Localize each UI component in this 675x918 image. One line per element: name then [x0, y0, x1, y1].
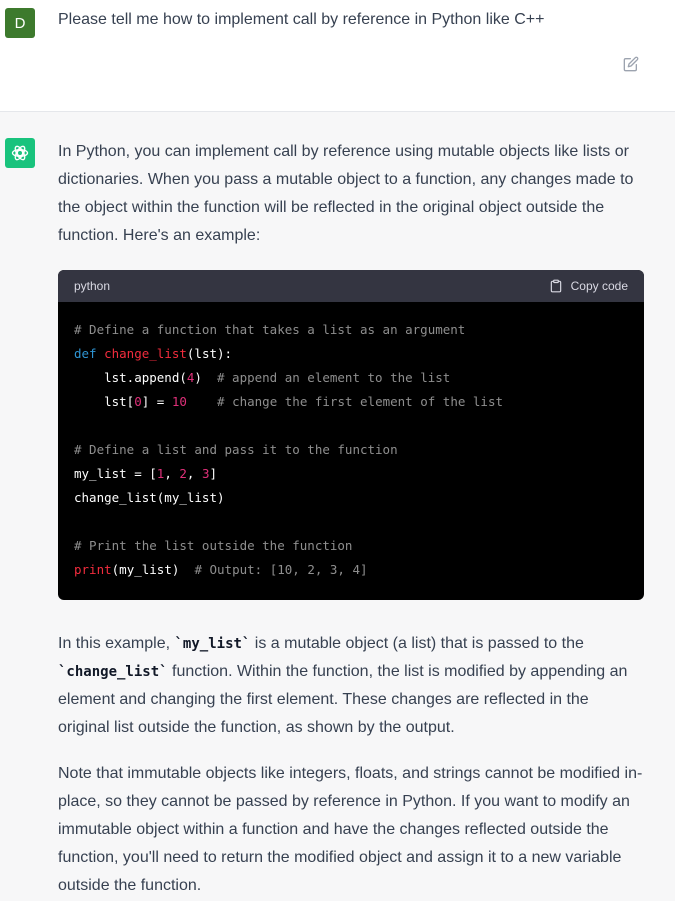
code-line: def change_list(lst): — [74, 346, 233, 361]
code-line: print(my_list) # Output: [10, 2, 3, 4] — [74, 562, 368, 577]
explanation-text-2: is a mutable object (a list) that is pas… — [250, 635, 584, 652]
code-line: lst[0] = 10 # change the first element o… — [74, 394, 504, 409]
code-line: # Define a function that takes a list as… — [74, 322, 466, 337]
intro-paragraph: In Python, you can implement call by ref… — [58, 143, 634, 244]
code-language-label: python — [74, 279, 111, 293]
code-header: python Copy code — [58, 270, 644, 302]
copy-code-label: Copy code — [570, 279, 628, 293]
inline-code-my-list: `my_list` — [174, 636, 251, 652]
code-line: change_list(my_list) — [74, 490, 225, 505]
user-message-row: D Please tell me how to implement call b… — [0, 0, 675, 112]
assistant-message-content: In Python, you can implement call by ref… — [58, 138, 644, 918]
code-line: # Define a list and pass it to the funct… — [74, 442, 398, 457]
openai-logo-icon — [11, 145, 29, 161]
clipboard-icon — [550, 279, 561, 293]
assistant-avatar — [5, 138, 35, 168]
explanation-paragraph: In this example, `my_list` is a mutable … — [58, 630, 644, 742]
code-line: lst.append(4) # append an element to the… — [74, 370, 451, 385]
user-message-text: Please tell me how to implement call by … — [58, 11, 545, 28]
copy-code-button[interactable]: Copy code — [549, 279, 628, 293]
code-line: my_list = [1, 2, 3] — [74, 466, 218, 481]
user-avatar: D — [5, 8, 35, 38]
edit-icon[interactable] — [623, 56, 639, 72]
code-block: python Copy code # Define a function tha… — [58, 270, 644, 600]
code-body: # Define a function that takes a list as… — [58, 302, 644, 600]
code-line: # Print the list outside the function — [74, 538, 353, 553]
assistant-message-row: In Python, you can implement call by ref… — [0, 112, 675, 901]
inline-code-change-list: `change_list` — [58, 664, 168, 680]
note-paragraph: Note that immutable objects like integer… — [58, 765, 643, 894]
explanation-text-1: In this example, — [58, 635, 175, 652]
